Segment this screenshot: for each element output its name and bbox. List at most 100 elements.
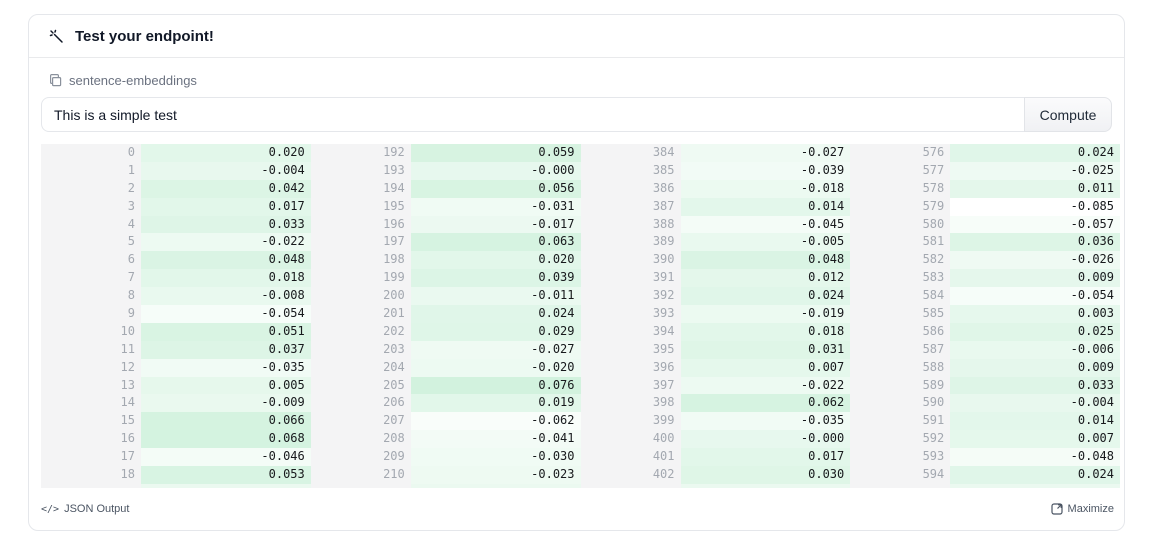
index-cell: 6: [41, 251, 141, 269]
index-cell: 18: [41, 466, 141, 484]
table-row: 00.0201920.059384-0.0275760.024: [41, 144, 1120, 162]
value-cell: 0.017: [141, 198, 311, 216]
index-cell: 202: [311, 323, 411, 341]
value-cell: 0.062: [681, 394, 851, 412]
index-cell: 205: [311, 377, 411, 395]
index-cell: 584: [850, 287, 950, 305]
value-cell: 0.009: [950, 359, 1120, 377]
value-cell: -0.004: [141, 162, 311, 180]
table-row: 5-0.0221970.063389-0.0055810.036: [41, 233, 1120, 251]
table-row: 30.017195-0.0313870.014579-0.085: [41, 198, 1120, 216]
index-cell: 581: [850, 233, 950, 251]
value-cell: -0.018: [681, 180, 851, 198]
value-cell: -0.035: [141, 359, 311, 377]
value-cell: 0.024: [950, 466, 1120, 484]
value-cell: 0.076: [411, 377, 581, 395]
value-cell: -0.039: [681, 162, 851, 180]
index-cell: 401: [581, 448, 681, 466]
table-row: 110.037203-0.0273950.031587-0.006: [41, 341, 1120, 359]
index-cell: 7: [41, 269, 141, 287]
value-cell: 0.042: [141, 180, 311, 198]
index-cell: 385: [581, 162, 681, 180]
table-row: [41, 484, 1120, 488]
index-cell: 209: [311, 448, 411, 466]
query-row: Compute: [41, 97, 1112, 132]
value-cell: 0.063: [411, 233, 581, 251]
index-cell: 386: [581, 180, 681, 198]
maximize-button[interactable]: Maximize: [1051, 503, 1114, 515]
index-cell: 588: [850, 359, 950, 377]
index-cell: [850, 484, 950, 488]
index-cell: 197: [311, 233, 411, 251]
index-cell: 14: [41, 394, 141, 412]
value-cell: 0.024: [411, 305, 581, 323]
table-row: 100.0512020.0293940.0185860.025: [41, 323, 1120, 341]
value-cell: -0.008: [141, 287, 311, 305]
index-cell: 5: [41, 233, 141, 251]
index-cell: 387: [581, 198, 681, 216]
value-cell: 0.009: [950, 269, 1120, 287]
table-row: 180.053210-0.0234020.0305940.024: [41, 466, 1120, 484]
index-cell: 398: [581, 394, 681, 412]
value-cell: [950, 484, 1120, 488]
value-cell: -0.085: [950, 198, 1120, 216]
index-cell: 192: [311, 144, 411, 162]
index-cell: 580: [850, 216, 950, 234]
index-cell: 204: [311, 359, 411, 377]
index-cell: 390: [581, 251, 681, 269]
index-cell: 194: [311, 180, 411, 198]
value-cell: -0.011: [411, 287, 581, 305]
json-output-button[interactable]: </> JSON Output: [41, 503, 129, 515]
index-cell: 9: [41, 305, 141, 323]
index-cell: 193: [311, 162, 411, 180]
code-icon: </>: [41, 504, 59, 515]
value-cell: -0.000: [411, 162, 581, 180]
value-cell: [681, 484, 851, 488]
index-cell: 577: [850, 162, 950, 180]
table-row: 70.0181990.0393910.0125830.009: [41, 269, 1120, 287]
header-divider: [29, 57, 1124, 58]
table-row: 150.066207-0.062399-0.0355910.014: [41, 412, 1120, 430]
maximize-icon: [1051, 503, 1063, 515]
value-cell: [141, 484, 311, 488]
index-cell: 592: [850, 430, 950, 448]
value-cell: 0.068: [141, 430, 311, 448]
value-cell: -0.046: [141, 448, 311, 466]
value-cell: -0.054: [141, 305, 311, 323]
table-row: 20.0421940.056386-0.0185780.011: [41, 180, 1120, 198]
value-cell: -0.004: [950, 394, 1120, 412]
value-cell: 0.025: [950, 323, 1120, 341]
index-cell: 399: [581, 412, 681, 430]
value-cell: 0.048: [141, 251, 311, 269]
index-cell: 201: [311, 305, 411, 323]
compute-button[interactable]: Compute: [1024, 97, 1112, 132]
index-cell: 393: [581, 305, 681, 323]
value-cell: -0.027: [681, 144, 851, 162]
table-row: 14-0.0092060.0193980.062590-0.004: [41, 394, 1120, 412]
index-cell: 13: [41, 377, 141, 395]
value-cell: -0.062: [411, 412, 581, 430]
value-cell: -0.026: [950, 251, 1120, 269]
index-cell: 586: [850, 323, 950, 341]
index-cell: 206: [311, 394, 411, 412]
index-cell: [41, 484, 141, 488]
index-cell: 200: [311, 287, 411, 305]
index-cell: 208: [311, 430, 411, 448]
value-cell: -0.009: [141, 394, 311, 412]
value-cell: 0.018: [141, 269, 311, 287]
index-cell: 16: [41, 430, 141, 448]
index-cell: 15: [41, 412, 141, 430]
value-cell: 0.007: [950, 430, 1120, 448]
value-cell: 0.036: [950, 233, 1120, 251]
value-cell: 0.012: [681, 269, 851, 287]
index-cell: 199: [311, 269, 411, 287]
index-cell: [581, 484, 681, 488]
value-cell: [411, 484, 581, 488]
index-cell: 210: [311, 466, 411, 484]
value-cell: -0.025: [950, 162, 1120, 180]
query-input[interactable]: [41, 97, 1025, 132]
index-cell: 579: [850, 198, 950, 216]
value-cell: 0.020: [141, 144, 311, 162]
embeddings-table[interactable]: 00.0201920.059384-0.0275760.0241-0.00419…: [41, 144, 1120, 488]
magic-wand-icon: [49, 29, 65, 45]
